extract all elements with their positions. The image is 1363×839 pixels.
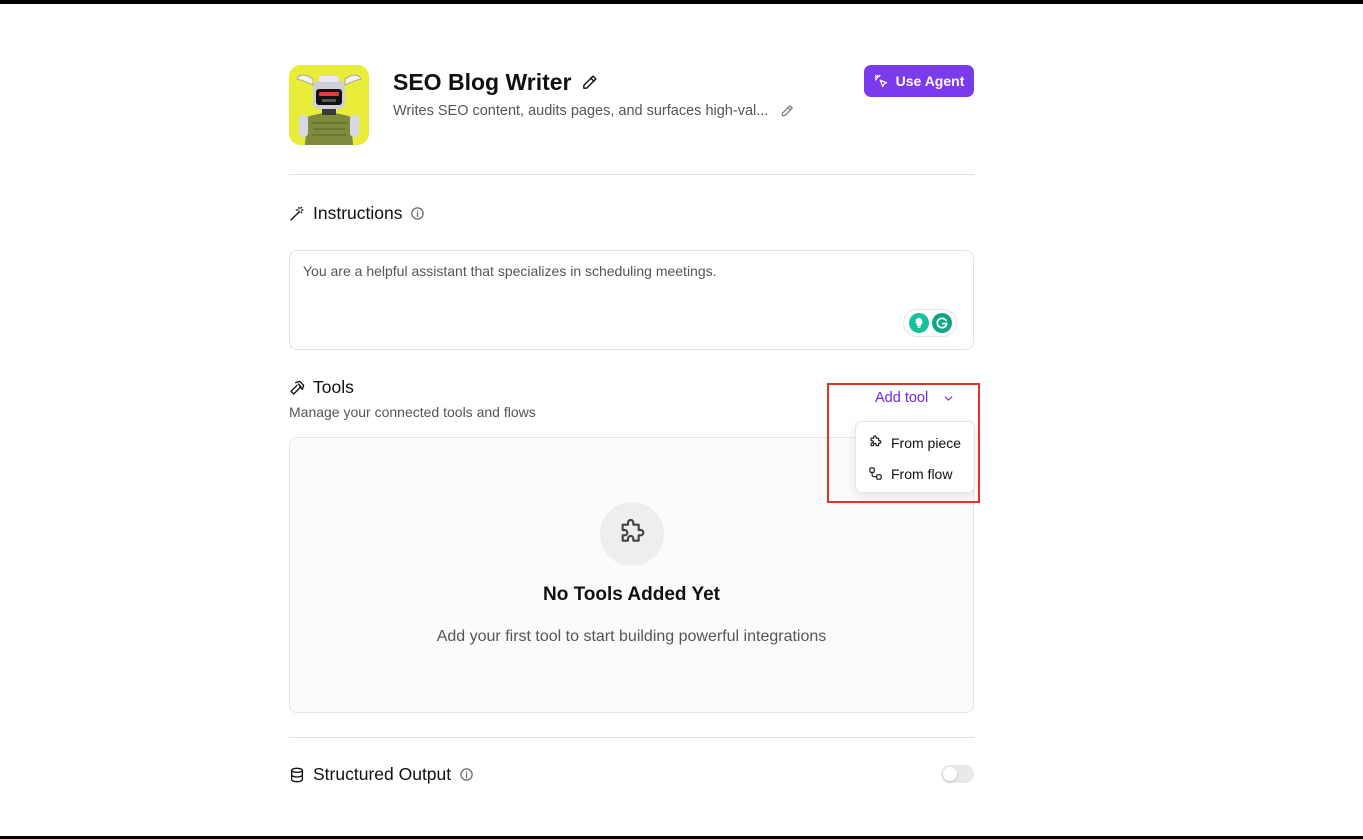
tools-divider <box>289 737 974 738</box>
robot-avatar-icon <box>289 65 369 145</box>
tools-subtitle: Manage your connected tools and flows <box>289 404 536 420</box>
empty-puzzle-icon-wrap <box>600 502 664 566</box>
sparkle-cursor-icon <box>874 74 887 87</box>
lightbulb-icon <box>908 313 929 333</box>
empty-state-description: Add your first tool to start building po… <box>436 628 827 645</box>
menu-item-label: From piece <box>891 434 962 451</box>
agent-description: Writes SEO content, audits pages, and su… <box>393 103 769 119</box>
instructions-text: You are a helpful assistant that special… <box>303 263 717 279</box>
instructions-title: Instructions <box>313 203 403 223</box>
agent-description-row: Writes SEO content, audits pages, and su… <box>393 101 794 121</box>
edit-description-pencil-icon[interactable] <box>780 104 794 118</box>
agent-name: SEO Blog Writer <box>393 68 572 95</box>
add-tool-menu: From piece From flow <box>855 421 975 493</box>
magic-wand-icon <box>290 206 304 221</box>
empty-state-title: No Tools Added Yet <box>543 584 720 605</box>
menu-item-label: From flow <box>891 465 953 482</box>
header-divider <box>289 174 974 175</box>
agent-title-row: SEO Blog Writer <box>393 66 598 98</box>
grammarly-widget[interactable] <box>903 309 957 337</box>
tools-header: Tools <box>289 377 354 398</box>
grammarly-g-icon <box>931 313 952 333</box>
instructions-header: Instructions <box>289 203 425 224</box>
puzzle-icon <box>870 435 882 447</box>
structured-output-info-icon[interactable] <box>459 767 474 782</box>
structured-output-toggle[interactable] <box>941 765 974 783</box>
add-tool-dropdown-button[interactable]: Add tool <box>875 388 955 408</box>
flow-icon <box>869 467 882 480</box>
use-agent-label: Use Agent <box>895 73 965 89</box>
menu-item-from-piece[interactable]: From piece <box>856 427 974 458</box>
puzzle-icon <box>621 519 645 542</box>
agent-avatar[interactable] <box>289 65 369 145</box>
structured-output-header: Structured Output <box>289 764 474 785</box>
menu-item-from-flow[interactable]: From flow <box>856 458 974 489</box>
hammer-icon <box>290 380 305 395</box>
instructions-textarea[interactable]: You are a helpful assistant that special… <box>289 250 974 350</box>
structured-output-title: Structured Output <box>313 764 452 784</box>
use-agent-button[interactable]: Use Agent <box>864 65 974 97</box>
toggle-knob <box>943 767 957 781</box>
add-tool-label: Add tool <box>875 390 929 406</box>
chevron-down-icon <box>944 395 953 401</box>
database-icon <box>291 767 303 782</box>
edit-name-pencil-icon[interactable] <box>581 74 598 91</box>
window-top-border <box>0 0 1363 4</box>
tools-title: Tools <box>313 377 354 397</box>
instructions-info-icon[interactable] <box>410 206 425 221</box>
